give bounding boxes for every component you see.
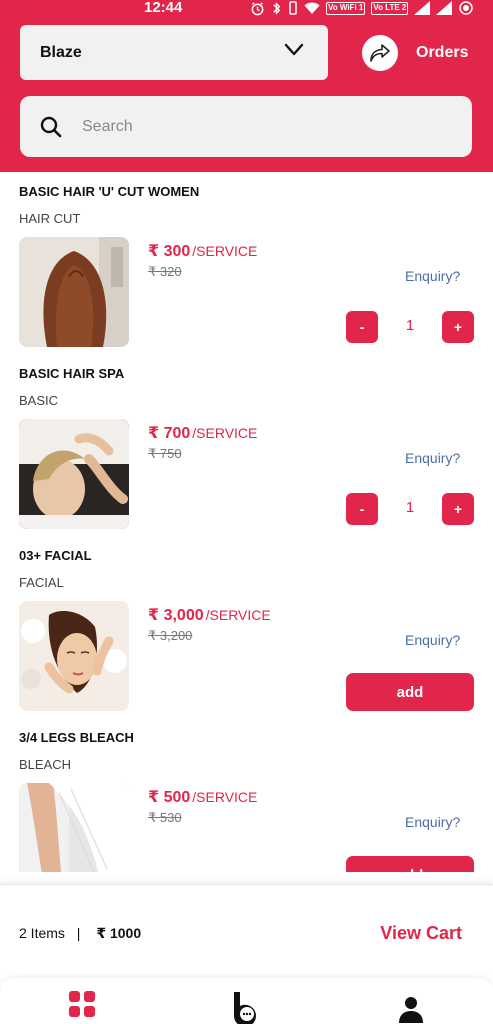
quantity-stepper: - 1 + — [346, 493, 474, 525]
cart-total: ₹ 1000 — [96, 925, 142, 941]
status-bar: 12:44 Vo WiFi 1 Vo LTE 2 — [0, 0, 493, 18]
volte-badge: Vo LTE 2 — [371, 1, 409, 15]
profile-icon[interactable] — [398, 996, 424, 1024]
price-unit: /SERVICE — [192, 425, 258, 441]
price-value: ₹ 300 — [148, 243, 191, 260]
product-price: ₹ 700/SERVICE — [148, 423, 257, 443]
price-unit: /SERVICE — [192, 789, 258, 805]
price-unit: /SERVICE — [205, 607, 271, 623]
product-image[interactable] — [19, 419, 129, 529]
product-card: 3/4 LEGS BLEACH BLEACH ₹ 500/SERVICE ₹ 5… — [0, 718, 493, 872]
status-icons: Vo WiFi 1 Vo LTE 2 — [250, 0, 474, 16]
product-list[interactable]: BASIC HAIR 'U' CUT WOMEN HAIR CUT ₹ 300/… — [0, 172, 493, 872]
enquiry-link[interactable]: Enquiry? — [405, 632, 460, 648]
cart-summary: 2 Items | ₹ 1000 — [19, 925, 141, 942]
view-cart-button[interactable]: View Cart — [380, 923, 462, 944]
product-name: 3/4 LEGS BLEACH — [19, 730, 134, 745]
bottom-navigation — [0, 978, 493, 1024]
quantity-value: 1 — [405, 317, 415, 334]
product-category: FACIAL — [19, 575, 64, 590]
app-header: 12:44 Vo WiFi 1 Vo LTE 2 Blaze Orders Se… — [0, 0, 493, 172]
decrease-button[interactable]: - — [346, 493, 378, 525]
product-mrp: ₹ 3,200 — [148, 628, 193, 643]
store-select[interactable]: Blaze — [20, 25, 328, 80]
price-value: ₹ 500 — [148, 789, 191, 806]
orders-button[interactable]: Orders — [362, 35, 468, 71]
enquiry-link[interactable]: Enquiry? — [405, 450, 460, 466]
product-image[interactable] — [19, 237, 129, 347]
quantity-value: 1 — [405, 499, 415, 516]
product-name: BASIC HAIR SPA — [19, 366, 125, 381]
decrease-button[interactable]: - — [346, 311, 378, 343]
wifi-icon — [304, 2, 320, 14]
quantity-stepper: - 1 + — [346, 311, 474, 343]
product-category: BLEACH — [19, 757, 72, 772]
product-price: ₹ 500/SERVICE — [148, 787, 257, 807]
product-name: 03+ FACIAL — [19, 548, 92, 563]
search-input[interactable]: Search — [82, 118, 133, 136]
add-button[interactable]: add — [346, 856, 474, 872]
product-image[interactable] — [19, 601, 129, 711]
price-value: ₹ 700 — [148, 425, 191, 442]
product-category: BASIC — [19, 393, 59, 408]
add-button[interactable]: add — [346, 673, 474, 711]
product-mrp: ₹ 320 — [148, 264, 182, 279]
share-forward-icon — [362, 35, 398, 71]
orders-label: Orders — [416, 44, 469, 61]
product-card: BASIC HAIR SPA BASIC ₹ 700/SERVICE ₹ 750… — [0, 354, 493, 536]
store-select-value: Blaze — [40, 43, 82, 61]
product-mrp: ₹ 530 — [148, 810, 182, 825]
signal-icon-2 — [436, 1, 453, 15]
cart-separator: | — [76, 925, 81, 941]
alarm-icon — [251, 1, 264, 15]
record-icon — [459, 1, 474, 15]
chevron-down-icon — [284, 43, 304, 56]
price-value: ₹ 3,000 — [148, 607, 204, 624]
enquiry-link[interactable]: Enquiry? — [405, 268, 460, 284]
dashboard-icon[interactable] — [68, 990, 96, 1018]
product-image[interactable] — [19, 783, 129, 872]
vibrate-icon — [289, 1, 297, 15]
product-price: ₹ 3,000/SERVICE — [148, 605, 271, 625]
product-name: BASIC HAIR 'U' CUT WOMEN — [19, 184, 200, 199]
search-bar[interactable]: Search — [20, 96, 472, 157]
enquiry-link[interactable]: Enquiry? — [405, 814, 460, 830]
status-time: 12:44 — [144, 0, 183, 16]
increase-button[interactable]: + — [442, 493, 474, 525]
price-unit: /SERVICE — [192, 243, 258, 259]
cart-item-count: 2 Items — [19, 925, 65, 941]
brand-logo-icon[interactable] — [230, 990, 264, 1024]
product-category: HAIR CUT — [19, 211, 81, 226]
product-card: BASIC HAIR 'U' CUT WOMEN HAIR CUT ₹ 300/… — [0, 172, 493, 354]
product-price: ₹ 300/SERVICE — [148, 241, 257, 261]
increase-button[interactable]: + — [442, 311, 474, 343]
product-mrp: ₹ 750 — [148, 446, 182, 461]
bluetooth-icon — [273, 1, 281, 15]
vowifi-badge: Vo WiFi 1 — [326, 1, 366, 15]
search-icon — [40, 116, 62, 137]
cart-summary-bar: 2 Items | ₹ 1000 View Cart — [0, 884, 493, 978]
signal-icon-1 — [414, 1, 431, 15]
